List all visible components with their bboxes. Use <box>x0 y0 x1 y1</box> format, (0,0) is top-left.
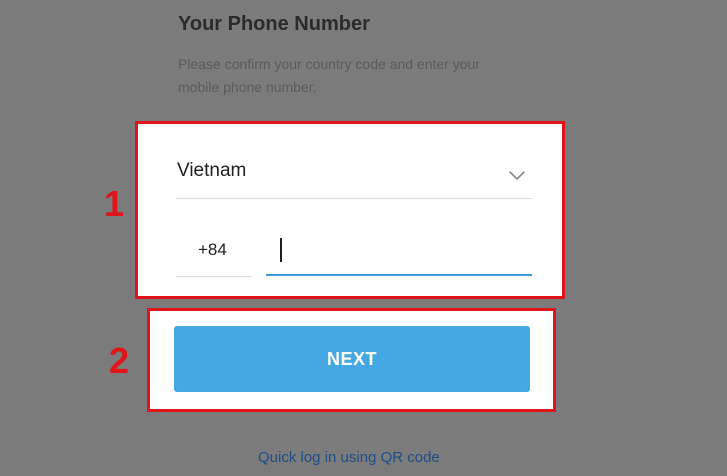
text-cursor <box>280 238 282 262</box>
chevron-down-icon <box>509 171 525 180</box>
login-screen: Your Phone Number Please confirm your co… <box>0 0 727 476</box>
phone-number-field[interactable] <box>266 220 532 276</box>
qr-login-link[interactable]: Quick log in using QR code <box>258 449 440 466</box>
country-code-value: +84 <box>198 240 227 259</box>
country-select-value: Vietnam <box>177 160 247 181</box>
country-select[interactable]: Vietnam <box>176 144 532 199</box>
phone-form-highlight: Vietnam +84 <box>135 121 565 299</box>
next-button[interactable]: NEXT <box>174 326 530 392</box>
next-button-highlight: NEXT <box>147 308 556 412</box>
page-subtitle: Please confirm your country code and ent… <box>178 56 480 95</box>
page-title: Your Phone Number <box>178 13 370 35</box>
country-code-field[interactable]: +84 <box>176 220 252 277</box>
step-1-label: 1 <box>104 183 125 224</box>
step-2-label: 2 <box>109 340 130 381</box>
phone-number-input[interactable] <box>266 230 532 270</box>
